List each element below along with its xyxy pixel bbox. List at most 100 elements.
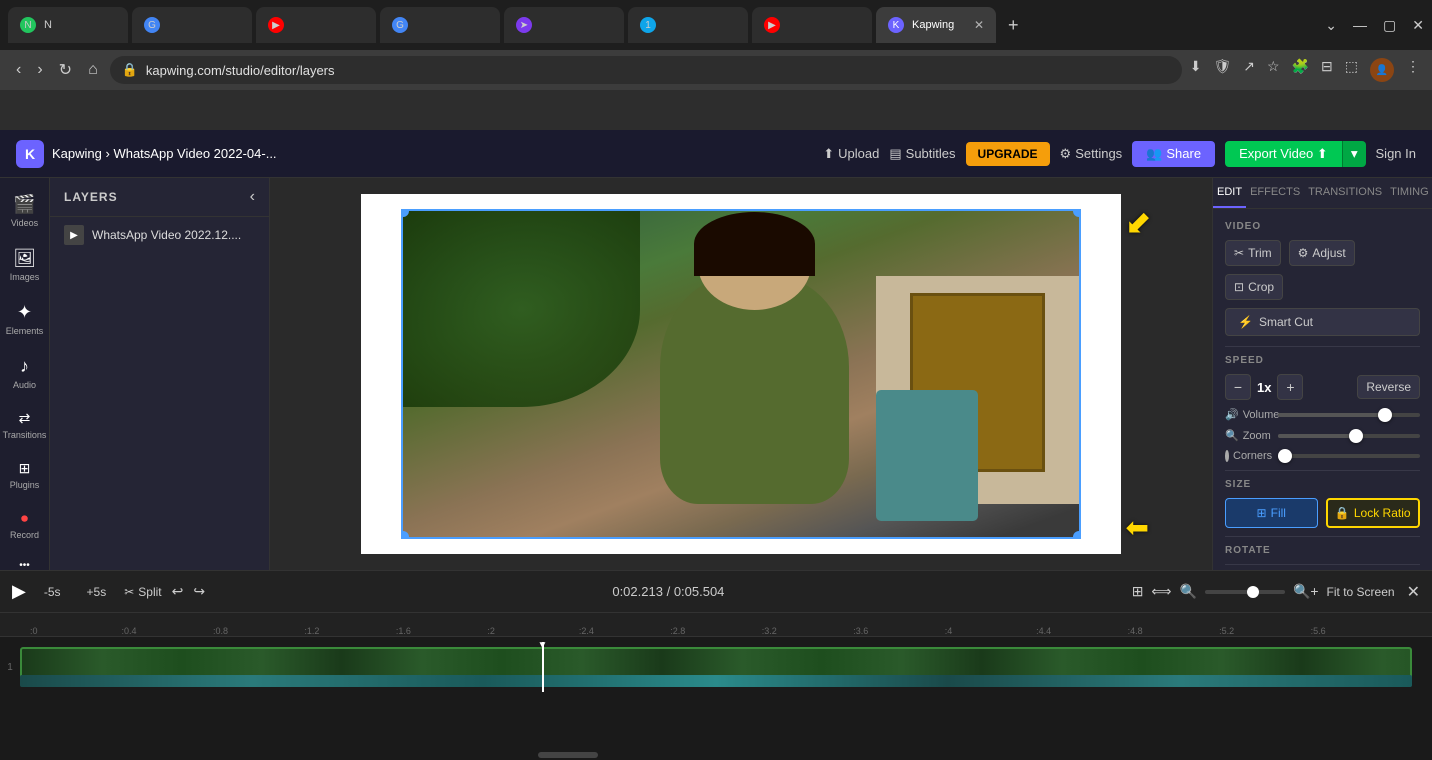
ruler-mark-4: :1.6 (396, 626, 487, 636)
lock-ratio-button[interactable]: 🔒 Lock Ratio (1326, 498, 1421, 528)
zoom-out-button[interactable]: 🔍 (1180, 583, 1197, 600)
tab-close-button[interactable]: ✕ (974, 18, 984, 32)
close-window-icon[interactable]: ✕ (1412, 17, 1424, 34)
time-separator: / (667, 584, 674, 599)
timeline-scrollbar[interactable] (0, 750, 1432, 760)
sidebar-item-plugins[interactable]: ⊞ Plugins (3, 452, 47, 498)
sidebar-item-images[interactable]: 🖼 Images (3, 240, 47, 290)
crop-button[interactable]: ⊡ Crop (1225, 274, 1283, 300)
adjust-button[interactable]: ⚙ Adjust (1289, 240, 1355, 266)
timeline: ▶ -5s +5s ✂ Split ↩ ↪ 0:02.213 / 0:05.50… (0, 570, 1432, 760)
timeline-zoom-slider[interactable] (1205, 590, 1285, 594)
home-button[interactable]: ⌂ (84, 57, 102, 83)
speed-decrease-button[interactable]: − (1225, 374, 1251, 400)
fit-tracks-button[interactable]: ⊞ (1132, 583, 1144, 600)
sync-icon[interactable]: ⊟ (1321, 58, 1333, 82)
export-button[interactable]: Export Video ⬆ (1225, 141, 1342, 167)
zoom-slider[interactable] (1278, 434, 1420, 438)
menu-icon[interactable]: ⋮ (1406, 58, 1420, 82)
tab-5[interactable]: ➤ (504, 7, 624, 43)
trim-button[interactable]: ✂ Trim (1225, 240, 1281, 266)
play-button[interactable]: ▶ (12, 581, 26, 602)
zoom-row: 🔍 Zoom (1225, 429, 1420, 442)
bookmark-icon[interactable]: ☆ (1267, 58, 1280, 82)
tab-kapwing[interactable]: K Kapwing ✕ (876, 7, 996, 43)
upload-button[interactable]: ⬆ Upload (823, 146, 879, 162)
tab-1[interactable]: N N (8, 7, 128, 43)
tab-edit[interactable]: EDIT (1213, 178, 1246, 208)
scrollbar-thumb[interactable] (538, 752, 598, 758)
skip-forward-button[interactable]: +5s (79, 582, 115, 602)
sidebar-item-record[interactable]: ⏺ Record (3, 502, 47, 548)
subtitles-button[interactable]: ▤ Subtitles (889, 146, 955, 162)
fit-screen-button[interactable]: Fit to Screen (1327, 585, 1395, 599)
maximize-icon[interactable]: ▢ (1383, 17, 1396, 34)
smart-cut-button[interactable]: ⚡ Smart Cut (1225, 308, 1420, 336)
tab-favicon-1: N (20, 17, 36, 33)
corners-icon (1225, 450, 1229, 462)
playhead[interactable] (542, 642, 544, 692)
tab-3[interactable]: ▶ (256, 7, 376, 43)
settings-button[interactable]: ⚙ Settings (1060, 146, 1123, 162)
sidebar-item-elements[interactable]: ✦ Elements (3, 294, 47, 344)
undo-button[interactable]: ↩ (172, 583, 184, 600)
timeline-zoom-thumb[interactable] (1247, 586, 1259, 598)
sidebar-item-more[interactable]: ••• More (3, 552, 47, 570)
skip-back-button[interactable]: -5s (36, 582, 69, 602)
minimize-icon[interactable]: — (1353, 17, 1367, 34)
share-button[interactable]: 👥 Share (1132, 141, 1215, 167)
tab-4[interactable]: G (380, 7, 500, 43)
zoom-in-button[interactable]: 🔍+ (1293, 583, 1319, 600)
tab-favicon-3: ▶ (268, 17, 284, 33)
back-button[interactable]: ‹ (12, 57, 25, 83)
sidebar-label-videos: Videos (11, 218, 38, 228)
volume-slider[interactable] (1278, 413, 1420, 417)
tab-timing[interactable]: TIMING (1386, 178, 1432, 208)
app-header: K Kapwing › WhatsApp Video 2022-04-... ⬆… (0, 130, 1432, 178)
adjust-icon: ⚙ (1298, 246, 1309, 260)
layers-collapse-button[interactable]: ‹ (250, 188, 255, 206)
canvas-wrapper: ⬅ ⬅ (361, 194, 1121, 554)
brand-name[interactable]: Kapwing (52, 146, 102, 161)
corners-thumb[interactable] (1278, 449, 1292, 463)
redo-button[interactable]: ↪ (193, 583, 205, 600)
tab-transitions[interactable]: TRANSITIONS (1304, 178, 1386, 208)
chevron-down-icon: ⌄ (1325, 17, 1337, 34)
ruler-mark-0: :0 (30, 626, 121, 636)
layer-item-0[interactable]: ▶ WhatsApp Video 2022.12.... (50, 217, 269, 253)
logo-area: K Kapwing › WhatsApp Video 2022-04-... (16, 140, 277, 168)
handle-bottom-right[interactable] (1073, 531, 1081, 539)
fill-button[interactable]: ⊞ Fill (1225, 498, 1318, 528)
forward-button[interactable]: › (33, 57, 46, 83)
close-timeline-button[interactable]: ✕ (1407, 582, 1420, 602)
trim-track-button[interactable]: ⟺ (1151, 583, 1171, 600)
tab-label-kapwing: Kapwing (912, 19, 954, 31)
corners-slider[interactable] (1278, 454, 1420, 458)
tab-effects[interactable]: EFFECTS (1246, 178, 1304, 208)
export-dropdown-button[interactable]: ▾ (1342, 141, 1366, 167)
sidebar-item-videos[interactable]: 🎬 Videos (3, 186, 47, 236)
address-bar[interactable]: 🔒 kapwing.com/studio/editor/layers (110, 56, 1182, 84)
download-icon[interactable]: ⬇ (1190, 58, 1202, 82)
share-nav-icon[interactable]: ↗ (1243, 58, 1255, 82)
app: K Kapwing › WhatsApp Video 2022-04-... ⬆… (0, 130, 1432, 760)
reload-button[interactable]: ↻ (55, 56, 76, 84)
upgrade-button[interactable]: UPGRADE (966, 142, 1050, 166)
new-tab-button[interactable]: + (1000, 11, 1027, 40)
zoom-thumb[interactable] (1349, 429, 1363, 443)
signin-button[interactable]: Sign In (1376, 146, 1416, 161)
extensions-icon[interactable]: 🧩 (1292, 58, 1309, 82)
volume-thumb[interactable] (1378, 408, 1392, 422)
tab-7[interactable]: ▶ (752, 7, 872, 43)
user-avatar[interactable]: 👤 (1370, 58, 1394, 82)
speed-increase-button[interactable]: + (1277, 374, 1303, 400)
sidebar-item-transitions[interactable]: ⇄ Transitions (3, 402, 47, 448)
tab-2[interactable]: G (132, 7, 252, 43)
reverse-button[interactable]: Reverse (1357, 375, 1420, 399)
images-icon: 🖼 (13, 248, 36, 269)
sidebar-item-audio[interactable]: ♪ Audio (3, 348, 47, 398)
video-content[interactable] (401, 209, 1081, 539)
split-button[interactable]: ✂ Split (124, 585, 161, 599)
tab-6[interactable]: 1 (628, 7, 748, 43)
sidebar-toggle-icon[interactable]: ⬚ (1345, 58, 1358, 82)
